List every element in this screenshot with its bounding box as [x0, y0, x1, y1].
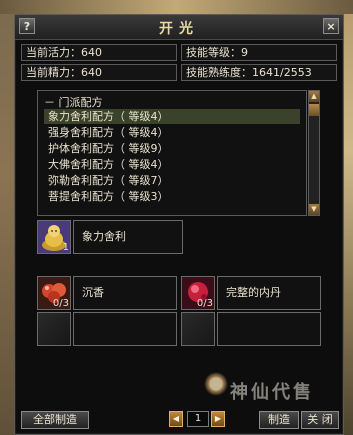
recipe-item[interactable]: 大佛舍利配方（ 等级4） [44, 157, 300, 172]
energy-stat: 当前精力：640 [21, 64, 177, 81]
recipe-item[interactable]: 菩提舍利配方（ 等级3） [44, 189, 300, 204]
recipe-item[interactable]: 护体舍利配方（ 等级9） [44, 141, 300, 156]
make-button[interactable]: 制造 [259, 411, 299, 429]
vitality-stat: 当前活力：640 [21, 44, 177, 61]
recipe-scrollbar[interactable]: ▲ ▼ [308, 90, 320, 216]
material-count: 0/3 [196, 298, 213, 309]
product-name: 象力舍利 [73, 220, 183, 254]
watermark-angel-icon [203, 372, 229, 406]
product-slot[interactable]: 1 [37, 220, 71, 254]
empty-material-name [217, 312, 321, 346]
material-name: 沉香 [73, 276, 177, 310]
close-button[interactable]: 关 闭 [301, 411, 339, 429]
recipe-item[interactable]: 象力舍利配方（ 等级4） [44, 109, 300, 124]
next-page-icon[interactable]: ▶ [211, 411, 225, 427]
proficiency-stat: 技能熟练度：1641/2553 [181, 64, 337, 81]
scroll-thumb[interactable] [309, 104, 319, 116]
window-title: 开光 [159, 21, 199, 37]
page-number-input[interactable]: 1 [187, 411, 209, 427]
material-name: 完整的内丹 [217, 276, 321, 310]
title-bar[interactable]: ? 开光 × [15, 15, 343, 40]
empty-material-name [73, 312, 177, 346]
product-count: 1 [62, 242, 69, 253]
watermark-text: 神仙代售 [230, 382, 314, 403]
recipe-list: － 门派配方 象力舍利配方（ 等级4） 强身舍利配方（ 等级4） 护体舍利配方（… [37, 90, 307, 216]
scroll-up-icon[interactable]: ▲ [309, 91, 319, 102]
material-slot[interactable]: 0/3 [181, 276, 215, 310]
skill-level-stat: 技能等级：9 [181, 44, 337, 61]
close-icon[interactable]: × [323, 18, 339, 34]
prev-page-icon[interactable]: ◀ [169, 411, 183, 427]
material-count: 0/3 [52, 298, 69, 309]
recipe-category-header[interactable]: － 门派配方 [44, 94, 103, 110]
recipe-item[interactable]: 强身舍利配方（ 等级4） [44, 125, 300, 140]
material-slot[interactable]: 0/3 [37, 276, 71, 310]
empty-material-slot[interactable] [37, 312, 71, 346]
make-all-button[interactable]: 全部制造 [21, 411, 89, 429]
scroll-down-icon[interactable]: ▼ [309, 204, 319, 215]
recipe-item[interactable]: 弥勒舍利配方（ 等级7） [44, 173, 300, 188]
empty-material-slot[interactable] [181, 312, 215, 346]
background-scene-top [0, 0, 353, 14]
kaiguang-window: ? 开光 × 当前活力：640 技能等级：9 当前精力：640 技能熟练度：16… [14, 14, 344, 435]
